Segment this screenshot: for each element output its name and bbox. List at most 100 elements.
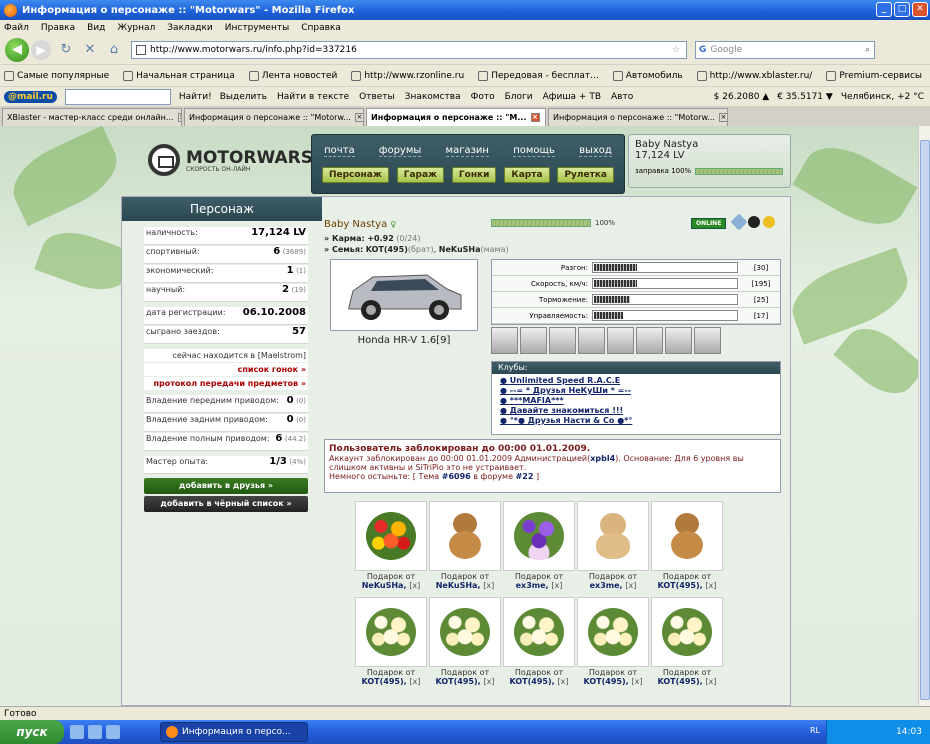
top-nav-link[interactable]: выход — [579, 145, 612, 157]
bookmark-item[interactable]: Самые популярные — [4, 70, 109, 81]
gift-sender-link[interactable]: KOT(495), — [362, 677, 407, 686]
gift-remove-link[interactable]: [x] — [409, 677, 420, 686]
family-member-link[interactable]: KOT(495) — [366, 245, 408, 254]
browser-tab[interactable]: Информация о персонаже :: "Motorw... × — [548, 108, 728, 126]
sub-nav-button[interactable]: Гараж — [396, 167, 444, 183]
race-list-link[interactable]: список гонок » — [144, 363, 308, 376]
tab-close-icon[interactable]: × — [530, 113, 540, 122]
home-icon[interactable]: ⌂ — [105, 41, 123, 59]
gift-remove-link[interactable]: [x] — [409, 581, 420, 590]
gift-remove-link[interactable]: [x] — [631, 677, 642, 686]
bookmark-star-icon[interactable]: ☆ — [672, 45, 680, 55]
part-icon[interactable] — [636, 327, 663, 354]
gift-remove-link[interactable]: [x] — [557, 677, 568, 686]
gift-sender-link[interactable]: KOT(495), — [510, 677, 555, 686]
gift-image[interactable] — [577, 597, 649, 667]
transfer-log-link[interactable]: протокол передачи предметов » — [144, 377, 308, 390]
part-icon[interactable] — [520, 327, 547, 354]
sub-nav-button[interactable]: Персонаж — [321, 167, 389, 183]
gift-image[interactable] — [503, 597, 575, 667]
menu-item[interactable]: Вид — [87, 23, 105, 33]
gift-sender-link[interactable]: KOT(495), — [584, 677, 629, 686]
bookmark-item[interactable]: Начальная страница — [123, 70, 235, 81]
forward-button[interactable]: ▶ — [31, 40, 51, 60]
mailru-item[interactable]: Выделить — [220, 92, 267, 102]
quicklaunch-icon[interactable] — [88, 725, 102, 739]
bookmark-item[interactable]: Premium-сервисы — [826, 70, 922, 81]
admin-link[interactable]: xpbl4 — [590, 454, 615, 463]
gift-image[interactable] — [429, 597, 501, 667]
tab-close-icon[interactable]: × — [354, 113, 363, 122]
browser-tab[interactable]: XBlaster - мастер-класс среди онлайн...× — [2, 108, 182, 126]
url-bar[interactable]: http://www.motorwars.ru/info.php?id=3372… — [131, 41, 687, 59]
search-box[interactable]: G Google ⌕ — [695, 41, 875, 59]
search-icon[interactable]: ⌕ — [865, 45, 870, 55]
sub-nav-button[interactable]: Гонки — [451, 167, 497, 183]
gift-image[interactable] — [355, 597, 427, 667]
part-icon[interactable] — [665, 327, 692, 354]
tab-close-icon[interactable]: × — [177, 113, 181, 122]
tab-close-icon[interactable]: × — [718, 113, 727, 122]
family-member-link[interactable]: NeKuSHa — [439, 245, 481, 254]
bookmark-item[interactable]: Лента новостей — [248, 70, 337, 81]
gift-sender-link[interactable]: KOT(495), — [658, 677, 703, 686]
mailru-search-input[interactable] — [64, 88, 171, 105]
gift-remove-link[interactable]: [x] — [625, 581, 636, 590]
mailru-item[interactable]: Знакомства — [405, 92, 461, 102]
sub-nav-button[interactable]: Карта — [504, 167, 550, 183]
gift-image[interactable] — [503, 501, 575, 571]
gift-remove-link[interactable]: [x] — [705, 581, 716, 590]
gift-sender-link[interactable]: ex3me, — [590, 581, 623, 590]
gift-remove-link[interactable]: [x] — [483, 677, 494, 686]
taskbar-item-firefox[interactable]: Информация о персо... — [160, 722, 308, 742]
language-indicator[interactable]: RL — [810, 726, 820, 735]
back-button[interactable]: ◀ — [5, 38, 29, 62]
vertical-scrollbar[interactable] — [918, 126, 930, 706]
car-image[interactable] — [330, 259, 478, 331]
mailru-item[interactable]: Авто — [611, 92, 633, 102]
gift-sender-link[interactable]: ex3me, — [516, 581, 549, 590]
menu-item[interactable]: Правка — [41, 23, 75, 33]
mailru-item[interactable]: Ответы — [359, 92, 395, 102]
menu-item[interactable]: Закладки — [167, 23, 213, 33]
gift-remove-link[interactable]: [x] — [551, 581, 562, 590]
quicklaunch-icon[interactable] — [70, 725, 84, 739]
club-link[interactable]: Давайте знакомиться !!! — [500, 406, 772, 416]
mailru-item[interactable]: Найти в тексте — [277, 92, 349, 102]
minimize-button[interactable]: _ — [876, 2, 892, 17]
add-blacklist-button[interactable]: добавить в чёрный список » — [144, 496, 308, 512]
close-window-button[interactable]: ✕ — [912, 2, 928, 17]
club-link[interactable]: °*● Друзья Насти & Со ●*° — [500, 416, 772, 426]
bookmark-item[interactable]: http://www.xblaster.ru/ — [696, 70, 812, 81]
gift-remove-link[interactable]: [x] — [705, 677, 716, 686]
stop-icon[interactable]: ✕ — [81, 41, 99, 59]
gift-sender-link[interactable]: NeKuSHa, — [362, 581, 407, 590]
bookmark-item[interactable]: Автомобиль — [612, 70, 683, 81]
gift-image[interactable] — [429, 501, 501, 571]
menu-item[interactable]: Файл — [4, 23, 29, 33]
gift-image[interactable] — [355, 501, 427, 571]
gift-sender-link[interactable]: KOT(495), — [436, 677, 481, 686]
club-link[interactable]: Unlimited Speed R.A.C.E — [500, 376, 772, 386]
bookmark-item[interactable]: Передовая - бесплат... — [478, 70, 599, 81]
add-friend-button[interactable]: добавить в друзья » — [144, 478, 308, 494]
gift-sender-link[interactable]: KOT(495), — [658, 581, 703, 590]
mailru-find-button[interactable]: Найти! — [179, 92, 212, 102]
top-nav-link[interactable]: форумы — [378, 145, 422, 157]
menu-item[interactable]: Журнал — [117, 23, 155, 33]
bookmark-item[interactable]: http://www.rzonline.ru — [351, 70, 464, 81]
part-icon[interactable] — [549, 327, 576, 354]
menu-item[interactable]: Инструменты — [225, 23, 289, 33]
start-button[interactable]: пуск — [0, 720, 64, 744]
gift-sender-link[interactable]: NeKuSHa, — [436, 581, 481, 590]
forum-link[interactable]: #22 — [516, 472, 534, 481]
mailru-item[interactable]: Блоги — [505, 92, 533, 102]
club-link[interactable]: --= * Друзья НеКуШи * =-- — [500, 386, 772, 396]
user-name[interactable]: Baby Nastya — [635, 139, 784, 150]
browser-tab[interactable]: Информация о персонаже :: "Motorw... × — [184, 108, 364, 126]
scrollbar-thumb[interactable] — [920, 140, 930, 700]
topic-link[interactable]: #6096 — [442, 472, 471, 481]
part-icon[interactable] — [491, 327, 518, 354]
gift-image[interactable] — [651, 597, 723, 667]
location-place[interactable]: [Maelstrom] — [258, 351, 306, 360]
